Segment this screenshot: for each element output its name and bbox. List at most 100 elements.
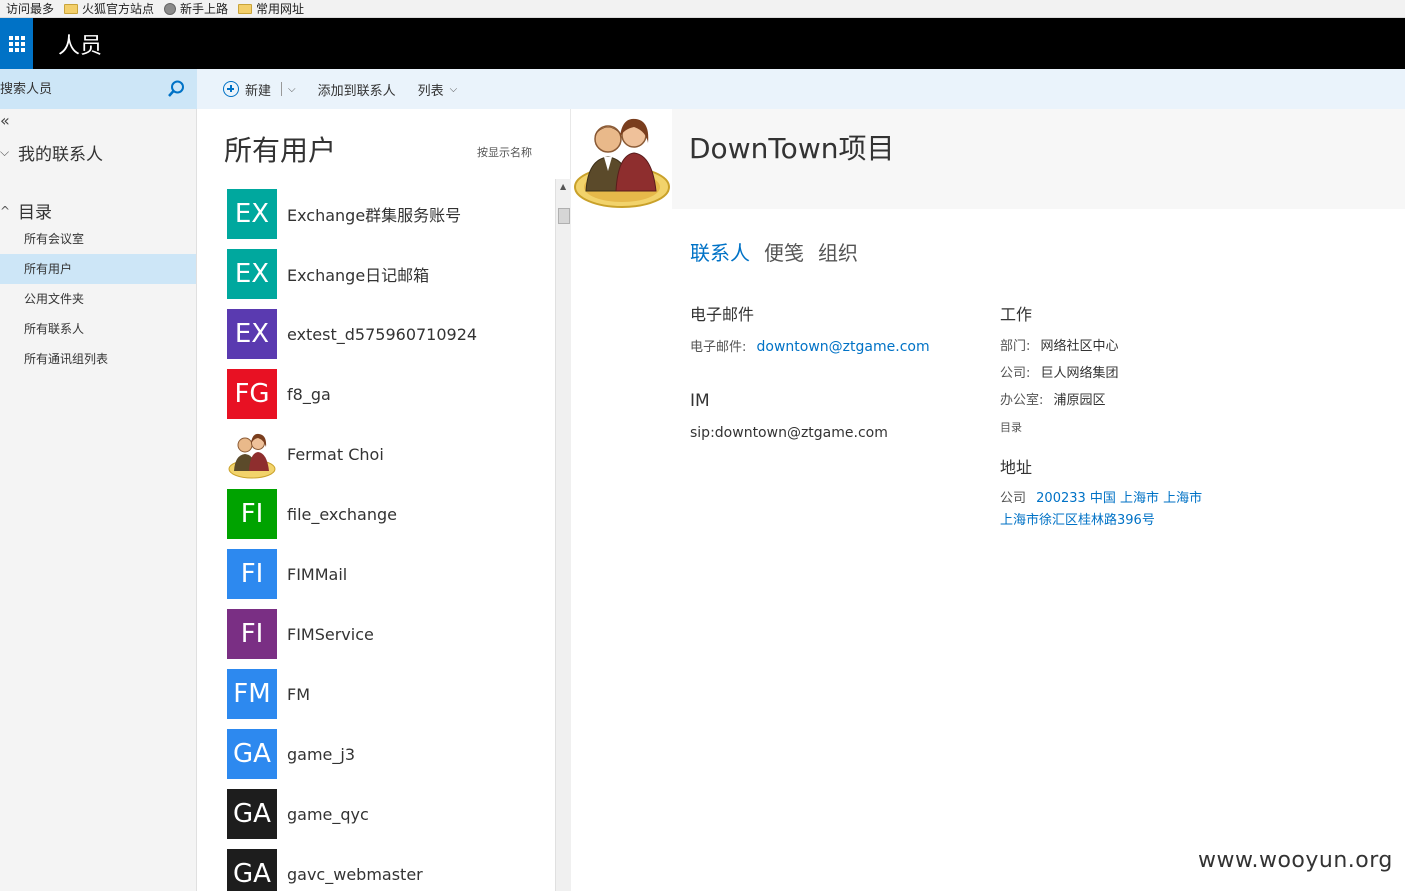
bookmark-common-sites[interactable]: 常用网址 (238, 0, 304, 17)
contact-name: Exchange日记邮箱 (287, 266, 430, 285)
directory-note: 目录 (1000, 421, 1022, 434)
contact-list-item[interactable]: GA gavc_webmaster (227, 848, 557, 891)
bookmark-getting-started[interactable]: 新手上路 (164, 0, 228, 17)
im-field: sip:downtown@ztgame.com (690, 425, 888, 441)
folder-icon (64, 3, 79, 14)
address-line2-link[interactable]: 上海市徐汇区桂林路396号 (1000, 513, 1155, 528)
contact-name: FM (287, 684, 311, 704)
app-title: 人员 (58, 34, 103, 59)
tab-organization[interactable]: 组织 (818, 237, 858, 266)
chevron-down-icon: ⌵ (0, 145, 10, 159)
sort-by-display-name[interactable]: 按显示名称 (477, 144, 532, 160)
address-section-title: 地址 (1000, 458, 1033, 477)
email-label: 电子邮件: (690, 340, 747, 355)
contact-avatar: EX (227, 249, 277, 299)
list-title: 所有用户 (224, 134, 337, 167)
contact-avatar: FI (227, 549, 277, 599)
scroll-up-arrow-icon[interactable]: ▲ (560, 182, 566, 191)
search-icon[interactable] (166, 79, 186, 99)
im-value: sip:downtown@ztgame.com (690, 425, 888, 441)
bookmarks-bar: 访问最多 火狐官方站点 新手上路 常用网址 (0, 0, 1405, 18)
contact-name: FIMService (287, 624, 374, 644)
contact-avatar: FG (227, 369, 277, 419)
detail-tabs: 联系人 便笺 组织 (690, 237, 858, 266)
search-box (0, 69, 197, 109)
contact-list-item[interactable]: FI FIMMail (227, 548, 557, 600)
contact-avatar: FM (227, 669, 277, 719)
collapse-nav-button[interactable]: « (0, 111, 10, 130)
toolbar-divider (281, 82, 283, 96)
list-view-button[interactable]: 列表 ⌵ (418, 80, 458, 99)
contact-name: game_j3 (287, 744, 356, 764)
work-section-title: 工作 (1000, 305, 1033, 324)
nav-section-directory[interactable]: ^ 目录 (0, 198, 52, 223)
address-line1-link[interactable]: 200233 中国 上海市 上海市 (1036, 491, 1202, 506)
contact-avatar: GA (227, 849, 277, 891)
address-type: 公司 (1000, 491, 1027, 506)
contact-list-item[interactable]: EX Exchange群集服务账号 (227, 188, 557, 240)
contact-name: Exchange群集服务账号 (287, 206, 462, 225)
contact-list-item[interactable]: GA game_qyc (227, 788, 557, 840)
contact-list-item[interactable]: FM FM (227, 668, 557, 720)
contact-display-name: DownTown项目 (689, 132, 895, 165)
nav-item-all-contacts[interactable]: 所有联系人 (0, 314, 196, 344)
email-section-title: 电子邮件 (690, 305, 755, 324)
list-scrollbar[interactable]: ▲ (555, 179, 571, 891)
nav-item-all-users[interactable]: 所有用户 (0, 254, 196, 284)
scroll-thumb[interactable] (558, 208, 570, 224)
new-dropdown-chevron-icon[interactable]: ⌵ (288, 84, 296, 95)
contact-list-item[interactable]: FI file_exchange (227, 488, 557, 540)
contact-avatar: GA (227, 789, 277, 839)
chevron-up-icon: ^ (0, 203, 11, 218)
contact-list-item[interactable]: GA game_j3 (227, 728, 557, 780)
office-field: 办公室: 浦原园区 (1000, 393, 1106, 408)
group-contact-photo-icon (572, 109, 672, 209)
chevron-down-icon: ⌵ (449, 83, 458, 95)
contact-list-pane: 所有用户 按显示名称 EX Exchange群集服务账号 EX Exchange日记邮… (197, 109, 571, 891)
bookmark-firefox-site[interactable]: 火狐官方站点 (64, 0, 154, 17)
left-nav: « ⌵ 我的联系人 ^ 目录 所有会议室 所有用户 公用文件夹 所有联系人 所有… (0, 109, 197, 891)
tab-contact[interactable]: 联系人 (690, 237, 750, 266)
contact-avatar: EX (227, 309, 277, 359)
contact-avatar: FI (227, 609, 277, 659)
globe-icon (164, 2, 177, 15)
address-line2: 上海市徐汇区桂林路396号 (1000, 509, 1155, 528)
contact-name: Fermat Choi (287, 444, 384, 464)
contact-avatar: EX (227, 189, 277, 239)
bookmark-most-visited[interactable]: 访问最多 (6, 0, 54, 17)
tab-notes[interactable]: 便笺 (764, 237, 804, 266)
contact-list-item[interactable]: FG f8_ga (227, 368, 557, 420)
contact-avatar: FI (227, 489, 277, 539)
contact-avatar: GA (227, 729, 277, 779)
department-field: 部门: 网络社区中心 (1000, 339, 1119, 354)
nav-section-my-contacts[interactable]: ⌵ 我的联系人 (0, 140, 103, 165)
detail-header: DownTown项目 (572, 109, 1405, 209)
add-to-contacts-button[interactable]: 添加到联系人 (318, 80, 396, 99)
contact-name: file_exchange (287, 504, 397, 524)
contact-name: game_qyc (287, 804, 369, 824)
nav-item-public-folders[interactable]: 公用文件夹 (0, 284, 196, 314)
email-link[interactable]: downtown@ztgame.com (757, 339, 930, 355)
watermark: www.wooyun.org (1198, 848, 1393, 873)
contact-name: extest_d575960710924 (287, 324, 478, 344)
contact-name: f8_ga (287, 384, 331, 404)
address-field: 公司 200233 中国 上海市 上海市 (1000, 487, 1202, 506)
new-button[interactable]: 新建 (223, 80, 271, 99)
contact-name: gavc_webmaster (287, 864, 423, 884)
email-field: 电子邮件: downtown@ztgame.com (690, 336, 930, 355)
contact-photo-icon (228, 433, 276, 479)
plus-circle-icon (223, 81, 239, 97)
company-field: 公司: 巨人网络集团 (1000, 366, 1119, 381)
contact-name: FIMMail (287, 564, 348, 584)
search-input[interactable] (0, 69, 160, 109)
contact-list-item[interactable]: Fermat Choi (227, 428, 557, 480)
nav-item-all-distribution-lists[interactable]: 所有通讯组列表 (0, 344, 196, 374)
app-launcher-icon[interactable] (0, 18, 33, 69)
contact-list-item[interactable]: EX extest_d575960710924 (227, 308, 557, 360)
contact-list-item[interactable]: EX Exchange日记邮箱 (227, 248, 557, 300)
toolbar: 新建 ⌵ 添加到联系人 列表 ⌵ (197, 69, 1405, 109)
app-header: 人员 (0, 18, 1405, 69)
contact-list-item[interactable]: FI FIMService (227, 608, 557, 660)
folder-icon (238, 3, 253, 14)
nav-item-all-rooms[interactable]: 所有会议室 (0, 224, 196, 254)
